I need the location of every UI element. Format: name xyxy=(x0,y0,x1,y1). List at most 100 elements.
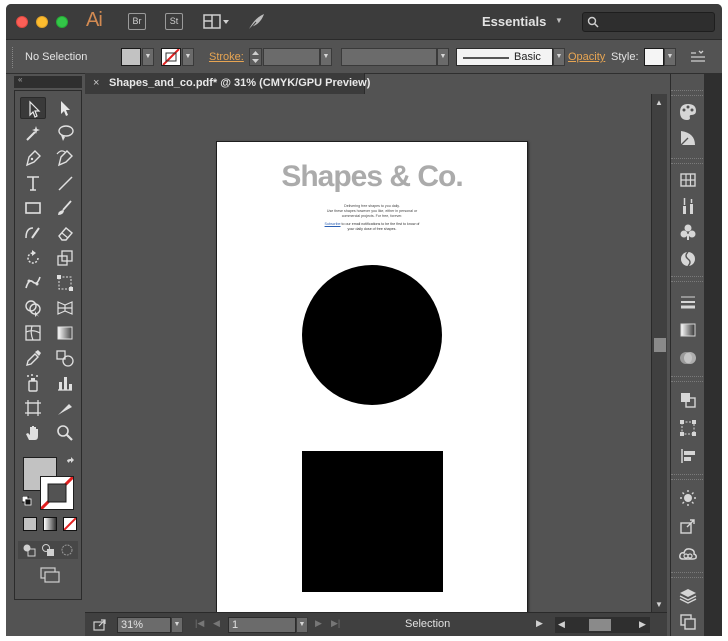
blend-tool[interactable] xyxy=(52,347,78,369)
artboard[interactable]: Shapes & Co. Delivering free shapes to y… xyxy=(216,141,528,615)
document-tab[interactable]: × Shapes_and_co.pdf* @ 31% (CMYK/GPU Pre… xyxy=(85,73,370,94)
dock-grip[interactable] xyxy=(671,474,705,480)
color-mode-button[interactable] xyxy=(23,517,37,531)
scroll-left-icon[interactable]: ◀ xyxy=(558,619,565,630)
toolbar-header[interactable]: « xyxy=(14,75,82,88)
rectangle-tool[interactable] xyxy=(20,197,46,219)
gradient-mode-button[interactable] xyxy=(43,517,57,531)
shape-builder-tool[interactable] xyxy=(20,297,46,319)
status-menu-icon[interactable]: ▶ xyxy=(536,618,543,629)
asset-export-icon[interactable] xyxy=(678,516,698,536)
zoom-dropdown[interactable]: ▼ xyxy=(171,617,183,633)
zoom-window-button[interactable] xyxy=(56,16,68,28)
zoom-level-field[interactable]: 31% xyxy=(117,617,171,633)
curvature-tool[interactable] xyxy=(52,147,78,169)
minimize-window-button[interactable] xyxy=(36,16,48,28)
canvas-area[interactable]: Shapes & Co. Delivering free shapes to y… xyxy=(85,94,651,615)
brush-dropdown[interactable]: ▼ xyxy=(553,48,565,66)
close-tab-icon[interactable]: × xyxy=(93,77,99,89)
grip-icon[interactable] xyxy=(12,47,15,68)
scroll-down-icon[interactable]: ▼ xyxy=(655,600,663,609)
symbols-panel-icon[interactable] xyxy=(678,222,698,242)
collapse-icon[interactable]: « xyxy=(18,75,22,84)
fill-swatch[interactable] xyxy=(121,48,141,66)
stroke-panel-link[interactable]: Stroke: xyxy=(209,51,244,63)
feather-icon[interactable] xyxy=(246,12,266,32)
direct-selection-tool[interactable] xyxy=(52,97,78,119)
dock-grip[interactable] xyxy=(671,90,705,96)
shaper-tool[interactable] xyxy=(20,222,46,244)
variable-width-profile[interactable] xyxy=(341,48,437,66)
first-artboard-icon[interactable]: |◀ xyxy=(195,618,204,629)
perspective-grid-tool[interactable] xyxy=(52,297,78,319)
vertical-scroll-thumb[interactable] xyxy=(654,338,666,352)
next-artboard-icon[interactable]: ▶ xyxy=(315,618,322,629)
graphic-styles-icon[interactable] xyxy=(678,248,698,268)
previous-artboard-icon[interactable]: ◀ xyxy=(213,618,220,629)
stock-button[interactable]: St xyxy=(165,13,183,30)
graphic-style-dropdown[interactable]: ▼ xyxy=(664,48,676,66)
artboard-dropdown[interactable]: ▼ xyxy=(296,617,308,633)
vertical-scrollbar[interactable]: ▲ ▼ xyxy=(651,94,667,612)
default-colors-icon[interactable] xyxy=(21,495,32,506)
dock-grip[interactable] xyxy=(671,376,705,382)
dock-grip[interactable] xyxy=(671,158,705,164)
brush-definition[interactable]: Basic xyxy=(456,48,553,66)
opacity-panel-link[interactable]: Opacity xyxy=(568,51,605,63)
square-shape[interactable] xyxy=(302,451,443,592)
color-panel-icon[interactable] xyxy=(678,102,698,122)
paintbrush-tool[interactable] xyxy=(52,197,78,219)
stroke-weight-dropdown[interactable]: ▼ xyxy=(320,48,332,66)
magic-wand-tool[interactable] xyxy=(20,122,46,144)
mesh-tool[interactable] xyxy=(20,322,46,344)
stroke-swatch[interactable] xyxy=(161,48,181,66)
hand-tool[interactable] xyxy=(20,422,46,444)
transparency-panel-icon[interactable] xyxy=(678,348,698,368)
appearance-panel-icon[interactable] xyxy=(678,390,698,410)
screen-mode-button[interactable] xyxy=(39,567,61,583)
gradient-tool[interactable] xyxy=(52,322,78,344)
draw-normal-icon[interactable] xyxy=(22,543,36,557)
type-tool[interactable] xyxy=(20,172,46,194)
dock-grip[interactable] xyxy=(671,276,705,282)
layers-panel-icon[interactable] xyxy=(678,586,698,606)
variable-width-dropdown[interactable]: ▼ xyxy=(437,48,449,66)
artboard-tool[interactable] xyxy=(20,397,46,419)
zoom-tool[interactable] xyxy=(52,422,78,444)
swap-fill-stroke-icon[interactable] xyxy=(65,457,77,469)
creative-cloud-libraries-icon[interactable] xyxy=(678,544,698,564)
arrange-documents-icon[interactable] xyxy=(203,13,231,31)
line-segment-tool[interactable] xyxy=(52,172,78,194)
search-input[interactable] xyxy=(582,12,715,32)
eyedropper-tool[interactable] xyxy=(20,347,46,369)
dock-grip[interactable] xyxy=(671,572,705,578)
puppet-warp-tool[interactable] xyxy=(20,272,46,294)
stroke-weight-field[interactable] xyxy=(263,48,320,66)
scroll-up-icon[interactable]: ▲ xyxy=(655,98,663,107)
artboards-panel-icon[interactable] xyxy=(678,612,698,632)
stroke-dropdown[interactable]: ▼ xyxy=(182,48,194,66)
circle-shape[interactable] xyxy=(302,265,442,405)
panel-menu-icon[interactable] xyxy=(690,50,706,67)
lasso-tool[interactable] xyxy=(52,122,78,144)
rotate-tool[interactable] xyxy=(20,247,46,269)
workspace-switcher[interactable]: Essentials xyxy=(482,14,546,29)
pathfinder-icon[interactable] xyxy=(678,446,698,466)
close-window-button[interactable] xyxy=(16,16,28,28)
align-panel-icon[interactable] xyxy=(678,418,698,438)
artboard-number-field[interactable]: 1 xyxy=(228,617,296,633)
free-transform-tool[interactable] xyxy=(52,272,78,294)
scroll-right-icon[interactable]: ▶ xyxy=(639,619,646,630)
last-artboard-icon[interactable]: ▶| xyxy=(331,618,340,629)
chevron-down-icon[interactable]: ▼ xyxy=(555,16,563,25)
stroke-color-box[interactable] xyxy=(39,475,75,511)
swatches-panel-icon[interactable] xyxy=(678,170,698,190)
stroke-panel-icon[interactable] xyxy=(678,292,698,312)
slice-tool[interactable] xyxy=(52,397,78,419)
eraser-tool[interactable] xyxy=(52,222,78,244)
bridge-button[interactable]: Br xyxy=(128,13,146,30)
horizontal-scrollbar[interactable]: ◀ ▶ xyxy=(555,617,650,633)
layers-sun-icon[interactable] xyxy=(678,488,698,508)
brushes-panel-icon[interactable] xyxy=(678,196,698,216)
pen-tool[interactable] xyxy=(20,147,46,169)
